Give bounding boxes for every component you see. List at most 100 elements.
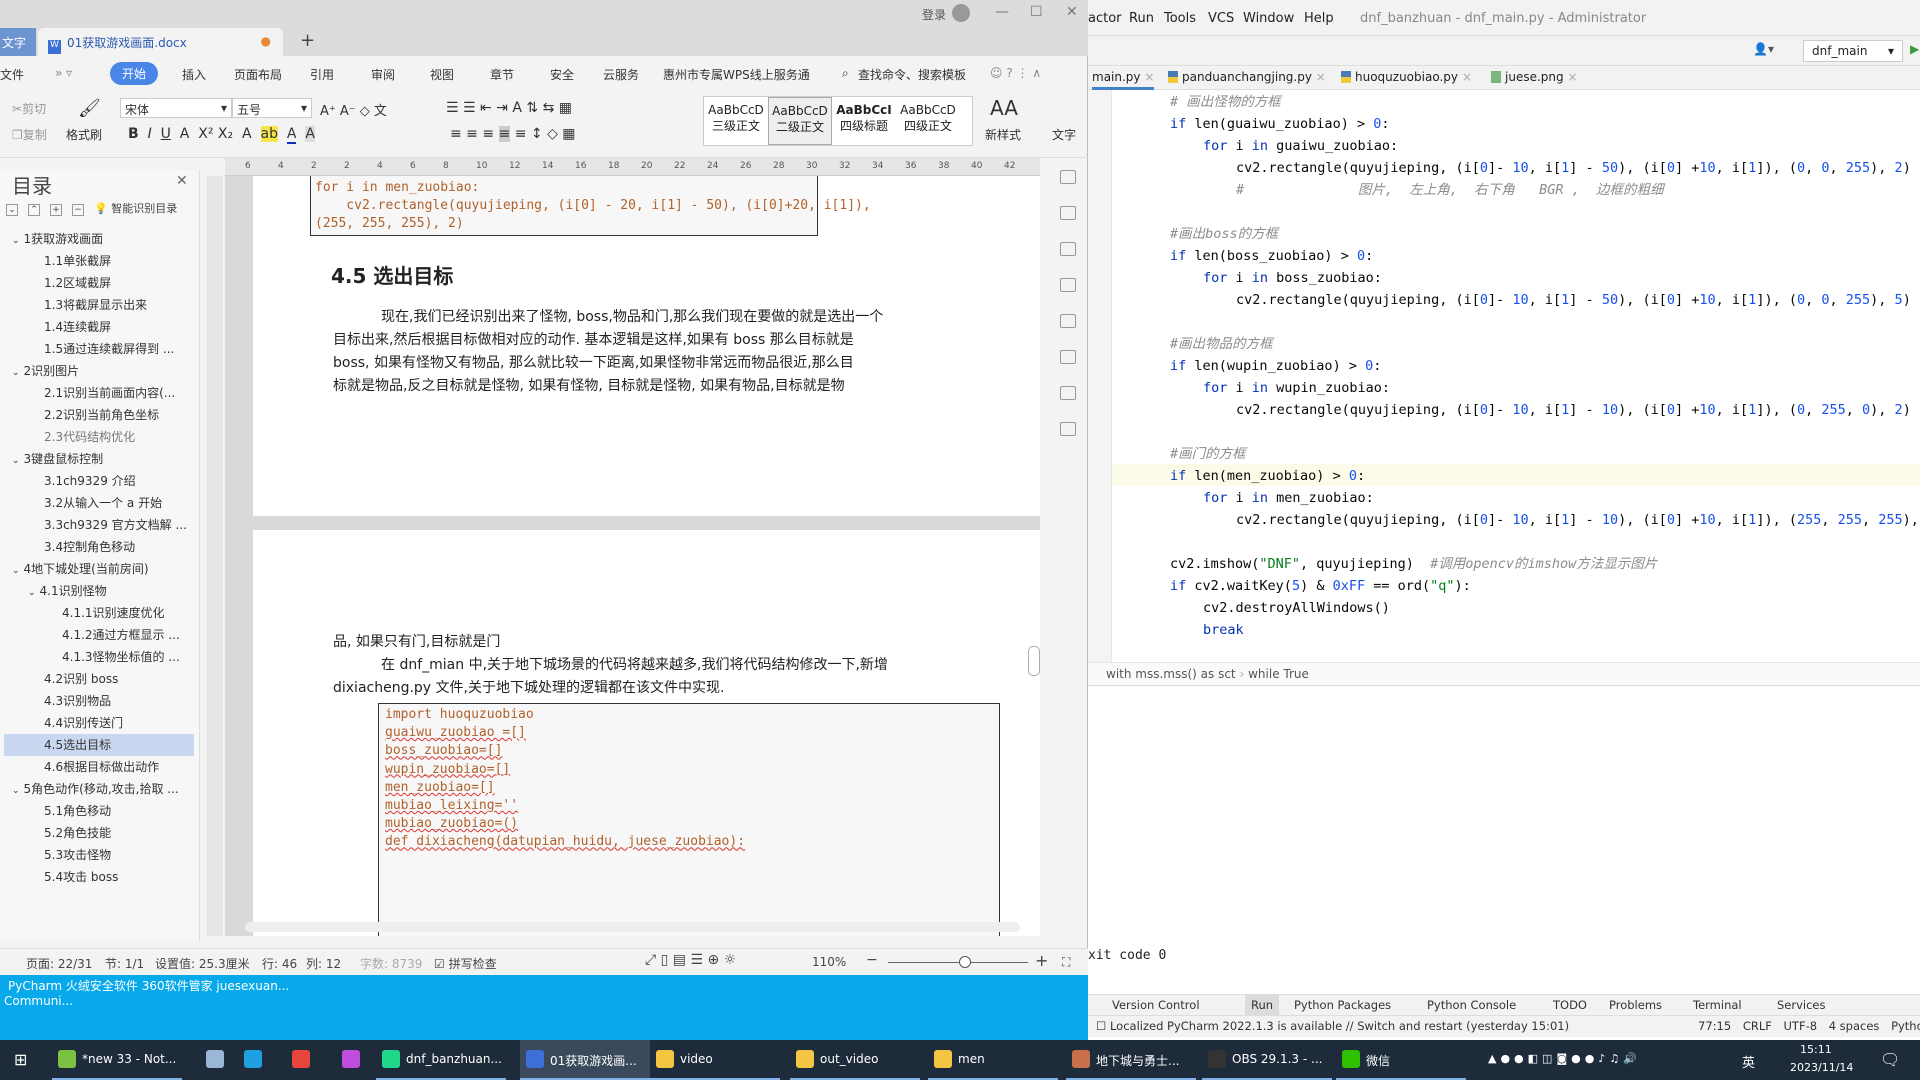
toc-item[interactable]: 1.2区域截屏 [4,272,194,294]
style-item[interactable]: AaBbCcI 四级标题 [832,97,896,145]
toc-item[interactable]: 5.1角色移动 [4,800,194,822]
code-line[interactable]: if len(boss_zuobiao) > 0: [1170,245,1373,267]
toc-item[interactable]: 4.1.3怪物坐标值的 ... [4,646,194,668]
desktop-icon-label[interactable]: Communi... [4,994,73,1008]
code-line[interactable]: if len(men_zuobiao) > 0: [1170,465,1365,487]
font-tools[interactable]: A⁺ A⁻ ◇ 文 [320,100,387,119]
breadcrumb-item[interactable]: while True [1248,667,1309,681]
toc-item[interactable]: ⌄ 4地下城处理(当前房间) [4,558,194,580]
chevron-down-icon[interactable]: ⌄ [28,588,36,598]
align-tools[interactable]: ≡ ≡ ≡ ≡ ≡ ↕ ◇ ▦ [450,126,576,142]
horizontal-ruler[interactable]: 6 4 2 2 4 6 8 10 12 14 16 18 20 22 24 26 28 30 32 34 36 38 40 4… [225,158,1040,176]
taskbar-item[interactable]: 01获取游戏画... [520,1040,650,1080]
chevron-down-icon[interactable]: ⌄ [12,566,20,576]
taskbar-item[interactable]: out_video [790,1040,920,1080]
menu-vcs[interactable]: VCS [1208,11,1234,26]
taskbar-item[interactable] [200,1040,236,1080]
code-line[interactable]: cv2.rectangle(quyujieping, (i[0]- 10, i[… [1236,399,1911,421]
code-line[interactable]: for i in wupin_zuobiao: [1203,377,1390,399]
tab-huoquzuobiao[interactable]: huoquzuobiao.py × [1341,70,1472,84]
menu-review[interactable]: 审阅 [371,66,395,83]
code-line[interactable]: cv2.rectangle(quyujieping, (i[0]- 10, i[… [1236,289,1911,311]
tool-window-services[interactable]: Services [1777,998,1826,1012]
menu-layout[interactable]: 页面布局 [234,66,282,83]
toc-item[interactable]: ⌄ 1获取游戏画面 [4,228,194,250]
login-link[interactable]: 登录 [922,6,946,23]
toc-item[interactable]: ⌄ 2识别图片 [4,360,194,382]
text-format-tools[interactable]: B I U A X² X₂ A ab A A [128,126,315,144]
code-line[interactable]: #画出boss的方框 [1170,223,1278,245]
toc-item[interactable]: 4.1.1识别速度优化 [4,602,194,624]
smart-toc-button[interactable]: 智能识别目录 [111,202,177,215]
toc-item[interactable]: 1.5通过连续截屏得到 ... [4,338,194,360]
menu-run[interactable]: Run [1129,11,1154,26]
remove-icon[interactable]: − [72,204,84,216]
taskbar-item[interactable]: men [928,1040,1058,1080]
ime-indicator[interactable]: 英 [1742,1052,1755,1071]
settings-icon[interactable] [1060,350,1076,364]
code-line[interactable]: cv2.rectangle(quyujieping, (i[0]- 10, i[… [1236,509,1920,531]
close-button[interactable]: ✕ [1066,4,1078,20]
help-icon[interactable]: ☺ ? ⋮ ∧ [990,66,1041,80]
toc-item[interactable]: 4.3识别物品 [4,690,194,712]
more-icon[interactable]: » ▿ [55,66,72,80]
zoom-select[interactable]: 110% [812,955,846,969]
taskbar-item[interactable] [286,1040,322,1080]
style-item[interactable]: AaBbCcD 二级正文 [768,97,832,145]
taskbar-item[interactable]: dnf_banzhuan... [376,1040,506,1080]
menu-file[interactable]: 文件 [0,66,24,83]
code-line[interactable]: cv2.rectangle(quyujieping, (i[0]- 10, i[… [1236,157,1911,179]
toc-item[interactable]: 3.1ch9329 介绍 [4,470,194,492]
toc-item[interactable]: 1.1单张截屏 [4,250,194,272]
text-tool-button[interactable]: 文字 [1052,126,1076,143]
tool-window-version-control[interactable]: Version Control [1112,998,1200,1012]
tab-juese[interactable]: juese.png × [1491,70,1578,84]
close-icon[interactable]: ✕ [176,173,188,189]
code-line[interactable]: # 图片, 左上角, 右下角 BGR , 边框的粗细 [1236,179,1663,201]
chevron-down-icon[interactable]: ⌄ [12,236,20,246]
lock-icon[interactable] [1060,242,1076,256]
toc-item[interactable]: 3.2从输入一个 a 开始 [4,492,194,514]
new-style-button[interactable]: 新样式 [985,126,1021,143]
backup-icon[interactable] [1060,422,1076,436]
toc-item[interactable]: 5.4攻击 boss [4,866,194,888]
run-config-select[interactable]: dnf_main ▾ [1803,40,1903,62]
chevron-down-icon[interactable]: ⌄ [12,786,20,796]
list-tools[interactable]: ☰ ☰ ⇤ ⇥ A ⇅ ⇆ ▦ [446,100,572,116]
page-count[interactable]: 页面: 22/31 [26,955,92,972]
chevron-down-icon[interactable]: ⌄ [12,456,20,466]
new-tab-button[interactable]: + [300,30,315,51]
font-select[interactable]: 宋体 ▾ [120,98,232,118]
tool-window-run[interactable]: Run [1245,995,1280,1015]
taskbar-item[interactable]: 地下城与勇士... [1066,1040,1196,1080]
menu-chapter[interactable]: 章节 [490,66,514,83]
style-item[interactable]: AaBbCcD 三级正文 [704,97,768,145]
toc-item[interactable]: 4.4识别传送门 [4,712,194,734]
code-line[interactable]: #画门的方框 [1170,443,1246,465]
zoom-slider[interactable] [888,962,1028,963]
edit-icon[interactable] [1060,170,1076,184]
chevron-down-icon[interactable]: ⌄ [12,368,20,378]
menu-home[interactable]: 开始 [110,62,159,85]
translate-icon[interactable] [1060,278,1076,292]
toc-item[interactable]: 4.2识别 boss [4,668,194,690]
code-line[interactable]: # 画出怪物的方框 [1170,91,1281,113]
cut-button[interactable]: ✂剪切 [12,100,46,117]
code-line[interactable]: break [1203,619,1244,641]
zoom-in-icon[interactable]: + [1035,951,1048,970]
clock-date[interactable]: 2023/11/14 [1790,1061,1853,1074]
code-line[interactable]: if len(wupin_zuobiao) > 0: [1170,355,1381,377]
toc-item[interactable]: 4.1.2通过方框显示 ... [4,624,194,646]
format-painter-button[interactable]: 格式刷 [66,126,102,143]
menu-reference[interactable]: 引用 [310,66,334,83]
windows-start-icon[interactable]: ⊞ [14,1050,27,1069]
menu-tools[interactable]: Tools [1164,11,1196,26]
menu-help[interactable]: Help [1304,11,1334,26]
zoom-slider-handle[interactable] [959,956,971,968]
toc-item[interactable]: 3.4控制角色移动 [4,536,194,558]
menu-window[interactable]: Window [1243,11,1294,26]
fullscreen-icon[interactable]: ⛶ [1062,955,1070,970]
menu-view[interactable]: 视图 [430,66,454,83]
select-icon[interactable] [1060,206,1076,220]
toc-item[interactable]: 1.3将截屏显示出来 [4,294,194,316]
